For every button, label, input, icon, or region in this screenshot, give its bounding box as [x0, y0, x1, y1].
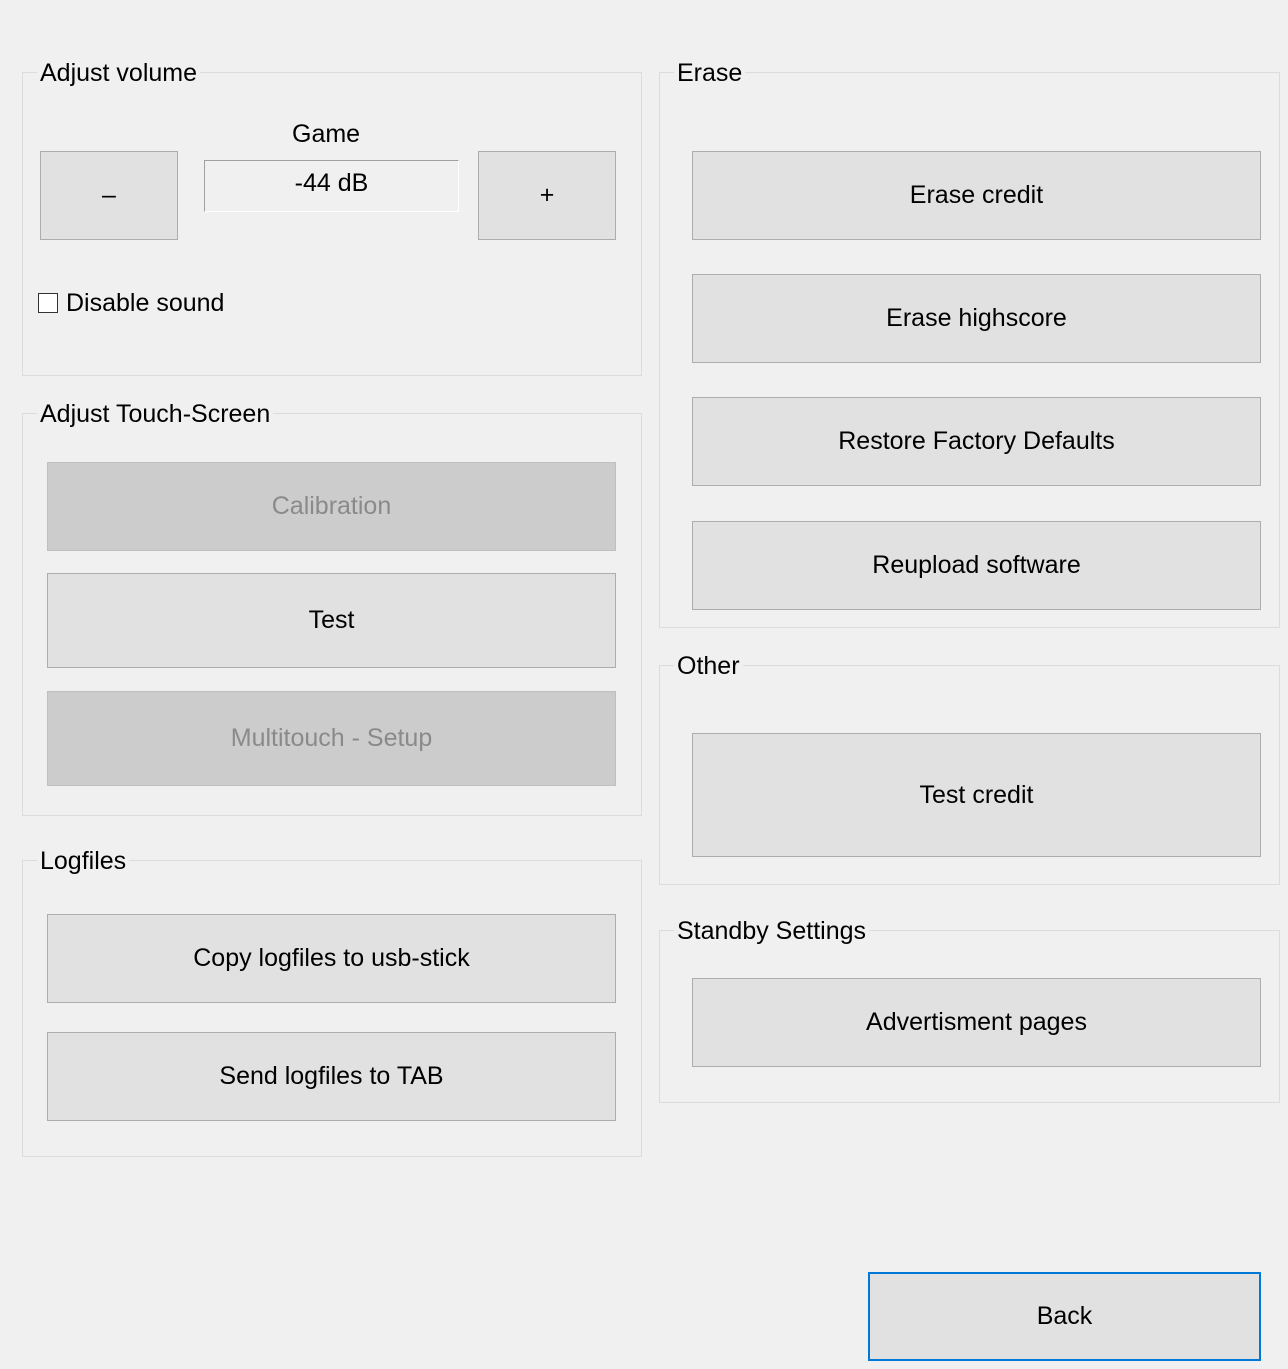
disable-sound-checkbox[interactable]: Disable sound — [38, 288, 224, 318]
disable-sound-label: Disable sound — [66, 289, 225, 317]
touch-test-button[interactable]: Test — [47, 573, 616, 668]
volume-level-display: -44 dB — [204, 160, 459, 212]
test-credit-button[interactable]: Test credit — [692, 733, 1261, 857]
send-logfiles-button[interactable]: Send logfiles to TAB — [47, 1032, 616, 1121]
other-title: Other — [674, 651, 743, 681]
reupload-software-button[interactable]: Reupload software — [692, 521, 1261, 610]
adjust-volume-title: Adjust volume — [37, 58, 201, 88]
calibration-button[interactable]: Calibration — [47, 462, 616, 551]
logfiles-title: Logfiles — [37, 846, 130, 876]
advertisment-pages-button[interactable]: Advertisment pages — [692, 978, 1261, 1067]
multitouch-setup-button[interactable]: Multitouch - Setup — [47, 691, 616, 786]
game-volume-label: Game — [292, 120, 361, 148]
back-button[interactable]: Back — [868, 1272, 1261, 1361]
volume-decrease-button[interactable]: – — [40, 151, 178, 240]
erase-title: Erase — [674, 58, 746, 88]
erase-highscore-button[interactable]: Erase highscore — [692, 274, 1261, 363]
erase-credit-button[interactable]: Erase credit — [692, 151, 1261, 240]
copy-logfiles-button[interactable]: Copy logfiles to usb-stick — [47, 914, 616, 1003]
restore-factory-defaults-button[interactable]: Restore Factory Defaults — [692, 397, 1261, 486]
adjust-touch-screen-title: Adjust Touch-Screen — [37, 399, 274, 429]
volume-increase-button[interactable]: + — [478, 151, 616, 240]
checkbox-icon[interactable] — [38, 293, 58, 313]
service-menu-window: Adjust volume Game – -44 dB + Disable so… — [0, 0, 1288, 1369]
standby-settings-title: Standby Settings — [674, 916, 870, 946]
